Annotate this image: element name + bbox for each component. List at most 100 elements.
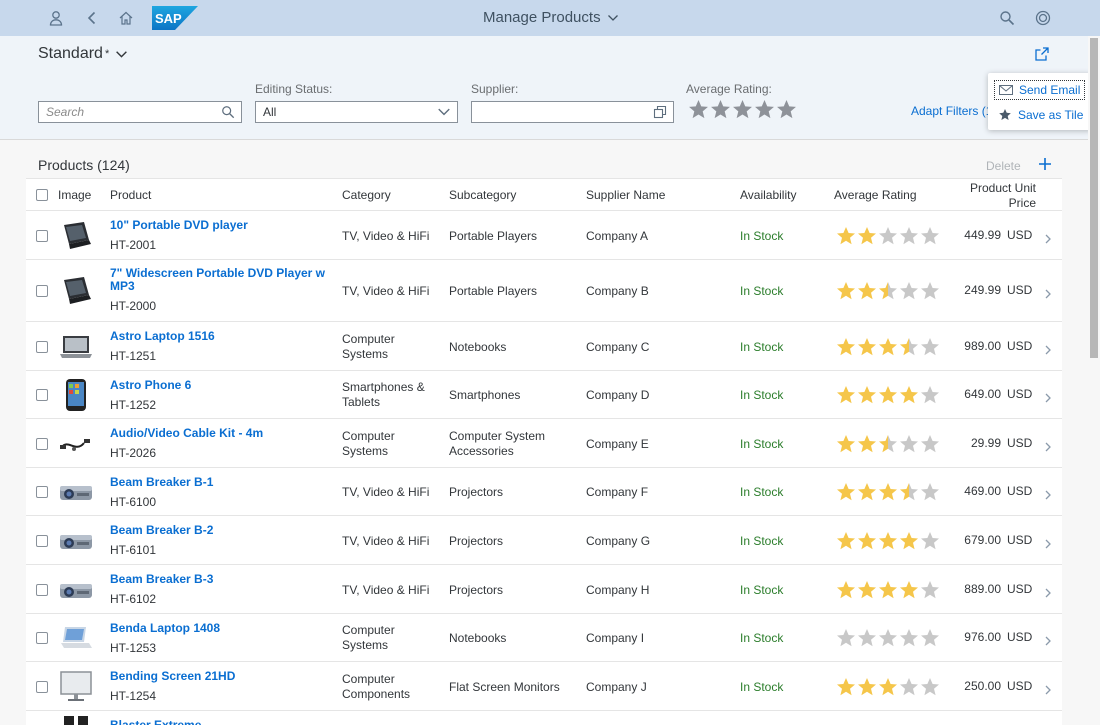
chevron-right-icon[interactable] — [1043, 286, 1053, 299]
product-name-link[interactable]: 10" Portable DVD player — [110, 219, 325, 232]
rating-filter-star-icon[interactable] — [732, 99, 753, 125]
table-row[interactable]: Benda Laptop 1408 HT-1253 Computer Systems… — [26, 614, 1062, 662]
user-icon[interactable] — [46, 8, 66, 28]
average-rating-filter[interactable] — [688, 99, 797, 125]
row-checkbox[interactable] — [36, 341, 48, 353]
table-row[interactable]: 10" Portable DVD player HT-2001 TV, Video … — [26, 211, 1062, 260]
scrollbar-thumb[interactable] — [1090, 38, 1098, 358]
column-image[interactable]: Image — [58, 188, 91, 202]
chevron-right-icon[interactable] — [1043, 487, 1053, 500]
product-name-link[interactable]: Beam Breaker B-2 — [110, 524, 325, 537]
row-checkbox[interactable] — [36, 285, 48, 297]
row-checkbox[interactable] — [36, 389, 48, 401]
product-name-link[interactable]: 7" Widescreen Portable DVD Player w MP3 — [110, 267, 325, 293]
availability-status: In Stock — [740, 340, 784, 354]
column-category[interactable]: Category — [342, 188, 391, 202]
table-row[interactable]: Beam Breaker B-1 HT-6100 TV, Video & HiFi P… — [26, 468, 1062, 516]
rating-filter-star-icon[interactable] — [688, 99, 709, 125]
rating-star-icon — [857, 580, 877, 605]
row-checkbox[interactable] — [36, 438, 48, 450]
rating-star-icon — [857, 628, 877, 653]
search-icon[interactable] — [997, 8, 1017, 28]
page-header: Standard * Search Editing Status: All Sup… — [0, 36, 1088, 140]
product-name-link[interactable]: Benda Laptop 1408 — [110, 622, 325, 635]
product-id: HT-1252 — [110, 398, 157, 412]
table-row[interactable]: Audio/Video Cable Kit - 4m HT-2026 Compute… — [26, 419, 1062, 468]
rating-star-icon — [920, 677, 940, 702]
currency: USD — [1007, 582, 1033, 596]
send-email-button[interactable]: Send Email — [994, 80, 1085, 100]
row-checkbox[interactable] — [36, 230, 48, 242]
column-product[interactable]: Product — [110, 188, 151, 202]
chevron-right-icon[interactable] — [1043, 536, 1053, 549]
chevron-right-icon[interactable] — [1043, 585, 1053, 598]
share-popover: Send Email Save as Tile — [988, 73, 1092, 130]
sap-logo[interactable]: SAP — [152, 6, 198, 30]
product-name-link[interactable]: Beam Breaker B-3 — [110, 573, 325, 586]
availability-status: In Stock — [740, 388, 784, 402]
row-checkbox[interactable] — [36, 681, 48, 693]
back-icon[interactable] — [82, 8, 102, 28]
supplier-name: Company E — [586, 437, 649, 451]
search-input[interactable]: Search — [38, 101, 242, 123]
save-as-tile-button[interactable]: Save as Tile — [994, 105, 1085, 125]
search-icon[interactable] — [221, 105, 235, 122]
product-name-link[interactable]: Bending Screen 21HD — [110, 670, 325, 683]
table-row[interactable]: Beam Breaker B-3 HT-6102 TV, Video & HiFi P… — [26, 565, 1062, 614]
column-subcategory[interactable]: Subcategory — [449, 188, 516, 202]
row-checkbox[interactable] — [36, 535, 48, 547]
row-checkbox[interactable] — [36, 632, 48, 644]
availability-status: In Stock — [740, 437, 784, 451]
chevron-right-icon[interactable] — [1043, 342, 1053, 355]
row-checkbox[interactable] — [36, 486, 48, 498]
rating-filter-star-icon[interactable] — [754, 99, 775, 125]
row-checkbox[interactable] — [36, 584, 48, 596]
column-availability[interactable]: Availability — [740, 188, 796, 202]
delete-button[interactable]: Delete — [986, 159, 1021, 173]
product-name-link[interactable]: Audio/Video Cable Kit - 4m — [110, 427, 325, 440]
variant-selector[interactable]: Standard * — [38, 45, 128, 63]
rating-filter-star-icon[interactable] — [710, 99, 731, 125]
product-name-link[interactable]: Beam Breaker B-1 — [110, 476, 325, 489]
column-rating[interactable]: Average Rating — [834, 188, 917, 202]
select-all-checkbox[interactable] — [36, 189, 48, 201]
copilot-icon[interactable] — [1033, 8, 1053, 28]
rating-star-icon — [878, 677, 898, 702]
chevron-right-icon[interactable] — [1043, 633, 1053, 646]
supplier-name: Company G — [586, 534, 651, 548]
table-row[interactable]: Astro Phone 6 HT-1252 Smartphones & Tablet… — [26, 371, 1062, 419]
column-price[interactable]: Product Unit Price — [956, 181, 1036, 211]
chevron-right-icon[interactable] — [1043, 231, 1053, 244]
home-icon[interactable] — [116, 8, 136, 28]
projector-image — [58, 573, 94, 607]
editing-status-label: Editing Status: — [255, 82, 333, 96]
table-row[interactable]: 7" Widescreen Portable DVD Player w MP3 H… — [26, 260, 1062, 322]
rating-filter-star-icon[interactable] — [776, 99, 797, 125]
page-scrollbar[interactable] — [1088, 36, 1100, 725]
product-name-link[interactable]: Blaster Extreme — [110, 719, 325, 725]
rating-star-icon — [920, 628, 940, 653]
chevron-right-icon[interactable] — [1043, 439, 1053, 452]
supplier-input[interactable] — [471, 101, 674, 123]
chevron-right-icon[interactable] — [1043, 390, 1053, 403]
speaker-image — [58, 714, 94, 725]
add-icon[interactable] — [1037, 156, 1053, 172]
app-title-menu[interactable]: Manage Products — [483, 9, 619, 26]
table-row[interactable]: Astro Laptop 1516 HT-1251 Computer Systems… — [26, 322, 1062, 371]
share-icon[interactable] — [1034, 46, 1054, 66]
product-name-link[interactable]: Astro Laptop 1516 — [110, 330, 325, 343]
table-row[interactable]: Blaster ExtremeComputer — [26, 711, 1062, 725]
value-help-icon[interactable] — [653, 105, 667, 122]
adapt-filters-link[interactable]: Adapt Filters (1 — [911, 104, 992, 118]
product-id: HT-6102 — [110, 592, 157, 606]
table-row[interactable]: Beam Breaker B-2 HT-6101 TV, Video & HiFi P… — [26, 516, 1062, 565]
column-supplier[interactable]: Supplier Name — [586, 188, 665, 202]
rating-star-icon — [836, 281, 856, 306]
product-name-link[interactable]: Astro Phone 6 — [110, 379, 325, 392]
editing-status-select[interactable]: All — [255, 101, 458, 123]
rating-star-icon — [836, 434, 856, 459]
average-rating — [836, 385, 940, 410]
table-row[interactable]: Bending Screen 21HD HT-1254 Computer Compo… — [26, 662, 1062, 711]
rating-star-icon — [836, 531, 856, 556]
chevron-right-icon[interactable] — [1043, 682, 1053, 695]
